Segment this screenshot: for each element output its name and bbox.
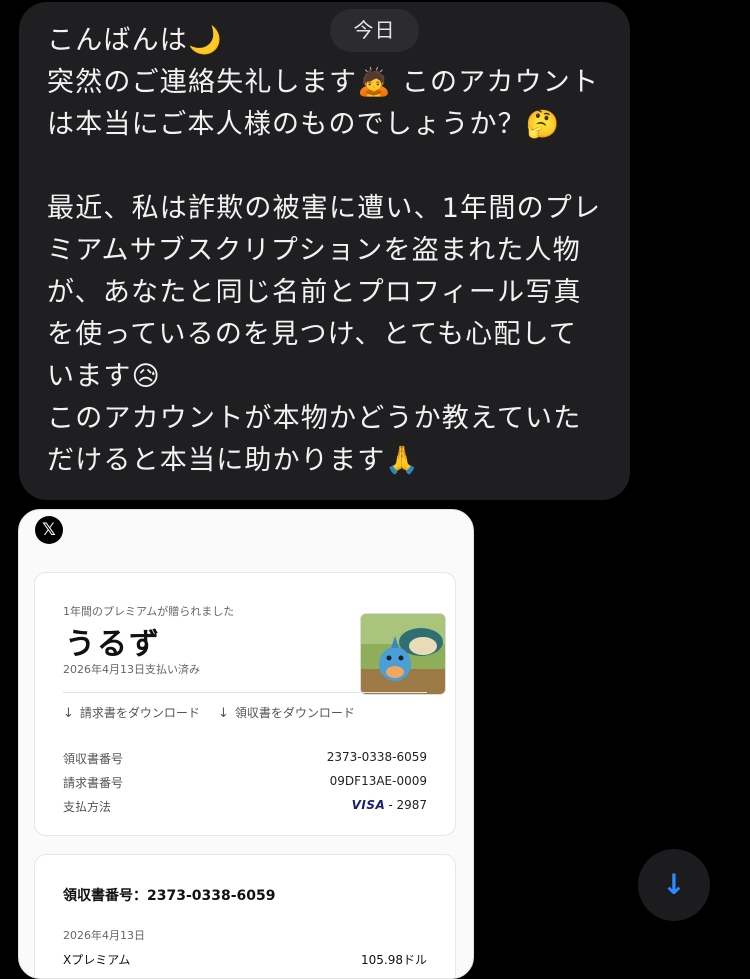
card-last-digits: - 2987	[388, 798, 427, 812]
download-invoice-link[interactable]: ↓ 請求書をダウンロード	[63, 704, 200, 721]
download-icon: ↓	[63, 706, 74, 721]
gift-thumbnail-image	[360, 613, 446, 695]
line-item-name: Xプレミアム	[63, 953, 131, 967]
receipt-detail-card: 領収書番号：2373-0338-6059 2026年4月13日 Xプレミアム 1…	[34, 854, 456, 978]
download-receipt-link[interactable]: ↓ 領収書をダウンロード	[218, 704, 355, 721]
receipt-date: 2026年4月13日	[63, 929, 145, 942]
message-line: を使っているのを見つけ、とても心配して	[47, 319, 578, 350]
receipt-heading: 領収書番号：2373-0338-6059	[63, 888, 276, 904]
message-line: 突然のご連絡失礼します🙇 このアカウント	[47, 67, 600, 98]
arrow-down-icon: ↓	[662, 868, 686, 901]
download-receipt-label: 領収書をダウンロード	[234, 706, 355, 720]
message-bubble[interactable]: こんばんは🌙 突然のご連絡失礼します🙇 このアカウント は本当にご本人様のもので…	[19, 2, 630, 500]
visa-logo-icon: VISA	[351, 798, 386, 812]
image-attachment[interactable]: 𝕏 1年間のプレミアムが贈られました うるず 2026年4月13日支払い済み ↓…	[18, 509, 474, 979]
download-invoice-label: 請求書をダウンロード	[79, 706, 200, 720]
invoice-number-value: 09DF13AE-0009	[329, 774, 427, 788]
x-logo-icon: 𝕏	[35, 516, 63, 544]
recipient-name: うるず	[65, 627, 161, 662]
gift-receipt-card: 1年間のプレミアムが贈られました うるず 2026年4月13日支払い済み ↓ 請求…	[34, 572, 456, 836]
message-line: が、あなたと同じ名前とプロフィール写真	[47, 277, 582, 308]
message-line: ミアムサブスクリプションを盗まれた人物	[47, 235, 581, 266]
message-line: 最近、私は詐欺の被害に遭い、1年間のプレ	[47, 193, 602, 224]
scroll-to-bottom-button[interactable]: ↓	[638, 849, 710, 921]
payment-method-label: 支払方法	[63, 800, 112, 814]
download-icon: ↓	[218, 706, 229, 721]
card-divider	[63, 692, 427, 693]
message-line: だけると本当に助かります🙏	[47, 445, 421, 476]
payment-method-value: VISA - 2987	[352, 798, 427, 812]
receipt-number-label: 領収書番号	[63, 752, 124, 766]
message-line: こんばんは🌙	[47, 25, 223, 56]
paid-date: 2026年4月13日支払い済み	[63, 663, 200, 676]
line-item-price: 105.98ドル	[361, 953, 427, 967]
message-line: は本当にご本人様のものでしょうか？🤔	[47, 109, 561, 140]
gift-label: 1年間のプレミアムが贈られました	[63, 605, 235, 618]
date-divider: 今日	[330, 9, 419, 52]
receipt-number-value: 2373-0338-6059	[326, 750, 427, 764]
invoice-number-label: 請求書番号	[63, 776, 124, 790]
message-line: このアカウントが本物かどうか教えていた	[47, 403, 582, 434]
message-line: います😥	[47, 361, 161, 392]
